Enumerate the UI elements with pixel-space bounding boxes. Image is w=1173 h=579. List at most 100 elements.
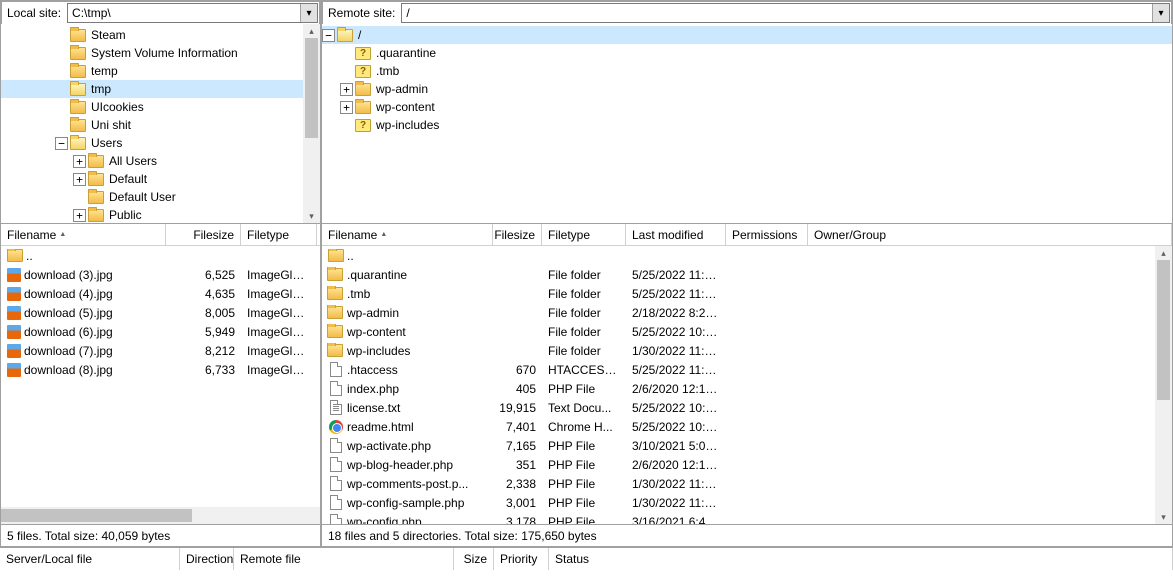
tree-item[interactable]: ?.tmb xyxy=(322,62,1172,80)
expand-icon[interactable]: + xyxy=(340,101,353,114)
scroll-down-icon[interactable]: ▾ xyxy=(303,209,320,223)
file-row[interactable]: wp-comments-post.p... 2,338 PHP File 1/3… xyxy=(322,474,1155,493)
file-row[interactable]: download (6).jpg 5,949 ImageGlass xyxy=(1,322,320,341)
parent-dir[interactable]: .. xyxy=(322,246,1155,265)
tree-item[interactable]: −/ xyxy=(322,26,1172,44)
file-row[interactable]: license.txt 19,915 Text Docu... 5/25/202… xyxy=(322,398,1155,417)
collapse-icon[interactable]: − xyxy=(322,29,335,42)
tree-item[interactable]: −Users xyxy=(1,134,320,152)
file-type: Text Docu... xyxy=(542,401,626,415)
scrollbar-thumb[interactable] xyxy=(1,509,192,522)
expand-icon[interactable]: + xyxy=(73,209,86,222)
file-row[interactable]: wp-blog-header.php 351 PHP File 2/6/2020… xyxy=(322,455,1155,474)
collapse-icon[interactable]: − xyxy=(55,137,68,150)
folder-icon xyxy=(7,249,23,262)
col-server[interactable]: Server/Local file xyxy=(0,548,180,570)
file-row[interactable]: wp-config.php 3,178 PHP File 3/16/2021 6… xyxy=(322,512,1155,524)
parent-dir[interactable]: .. xyxy=(1,246,320,265)
folder-open-icon xyxy=(337,29,353,42)
tree-item[interactable]: +wp-content xyxy=(322,98,1172,116)
col-filename[interactable]: Filename▲ xyxy=(322,224,493,245)
scroll-up-icon[interactable]: ▴ xyxy=(1155,246,1172,260)
file-row[interactable]: download (8).jpg 6,733 ImageGlass xyxy=(1,360,320,379)
remote-tree[interactable]: −/?.quarantine?.tmb+wp-admin+wp-content?… xyxy=(322,24,1172,224)
file-modified: 2/6/2020 12:18:... xyxy=(626,382,726,396)
file-row[interactable]: .htaccess 670 HTACCESS ... 5/25/2022 11:… xyxy=(322,360,1155,379)
file-row[interactable]: download (3).jpg 6,525 ImageGlass xyxy=(1,265,320,284)
folder-icon xyxy=(328,343,344,359)
local-site-input[interactable] xyxy=(68,4,300,22)
tree-item[interactable]: temp xyxy=(1,62,320,80)
remote-file-list[interactable]: .. .quarantine File folder 5/25/2022 11:… xyxy=(322,246,1172,524)
local-site-dropdown-icon[interactable]: ▾ xyxy=(300,4,317,22)
file-row[interactable]: readme.html 7,401 Chrome H... 5/25/2022 … xyxy=(322,417,1155,436)
col-modified[interactable]: Last modified xyxy=(626,224,726,245)
tree-item[interactable]: ?.quarantine xyxy=(322,44,1172,62)
tree-item[interactable]: Default User xyxy=(1,188,320,206)
tree-item[interactable]: UIcookies xyxy=(1,98,320,116)
file-row[interactable]: index.php 405 PHP File 2/6/2020 12:18:..… xyxy=(322,379,1155,398)
tree-item-label: .tmb xyxy=(374,64,401,78)
folder-icon xyxy=(70,47,86,60)
file-row[interactable]: download (5).jpg 8,005 ImageGlass xyxy=(1,303,320,322)
scrollbar-thumb[interactable] xyxy=(1157,260,1170,400)
col-filetype[interactable]: Filetype xyxy=(542,224,626,245)
file-row[interactable]: .tmb File folder 5/25/2022 11:2... xyxy=(322,284,1155,303)
col-permissions[interactable]: Permissions xyxy=(726,224,808,245)
tree-item[interactable]: tmp xyxy=(1,80,320,98)
tree-item[interactable]: Uni shit xyxy=(1,116,320,134)
file-size: 6,733 xyxy=(166,363,241,377)
remote-v-scrollbar[interactable]: ▴ ▾ xyxy=(1155,246,1172,524)
scrollbar-thumb[interactable] xyxy=(305,38,318,138)
col-filename[interactable]: Filename▲ xyxy=(1,224,166,245)
file-row[interactable]: download (7).jpg 8,212 ImageGlass xyxy=(1,341,320,360)
unknown-folder-icon: ? xyxy=(355,65,371,78)
file-size: 19,915 xyxy=(493,401,542,415)
col-filetype[interactable]: Filetype xyxy=(241,224,317,245)
remote-site-dropdown-icon[interactable]: ▾ xyxy=(1152,4,1169,22)
expand-icon[interactable]: + xyxy=(73,155,86,168)
parent-dir-label: .. xyxy=(26,249,33,263)
col-direction[interactable]: Direction xyxy=(180,548,234,570)
tree-item[interactable]: +Public xyxy=(1,206,320,224)
file-size: 8,005 xyxy=(166,306,241,320)
col-status[interactable]: Status xyxy=(549,548,1173,570)
expand-icon[interactable]: + xyxy=(340,83,353,96)
scroll-up-icon[interactable]: ▴ xyxy=(303,24,320,38)
file-row[interactable]: wp-activate.php 7,165 PHP File 3/10/2021… xyxy=(322,436,1155,455)
folder-icon xyxy=(88,191,104,204)
tree-item-label: Uni shit xyxy=(89,118,133,132)
col-remote-file[interactable]: Remote file xyxy=(234,548,454,570)
remote-site-select[interactable]: ▾ xyxy=(401,3,1170,23)
tree-item[interactable]: +Default xyxy=(1,170,320,188)
folder-icon xyxy=(328,267,344,283)
file-row[interactable]: wp-config-sample.php 3,001 PHP File 1/30… xyxy=(322,493,1155,512)
tree-item[interactable]: Steam xyxy=(1,26,320,44)
file-size: 3,178 xyxy=(493,515,542,525)
col-filesize[interactable]: Filesize xyxy=(493,224,542,245)
tree-item[interactable]: +wp-admin xyxy=(322,80,1172,98)
remote-site-input[interactable] xyxy=(402,4,1152,22)
file-modified: 5/25/2022 11:2... xyxy=(626,363,726,377)
local-file-list[interactable]: .. download (3).jpg 6,525 ImageGlass dow… xyxy=(1,246,320,524)
tree-item[interactable]: +All Users xyxy=(1,152,320,170)
file-row[interactable]: wp-includes File folder 1/30/2022 11:2..… xyxy=(322,341,1155,360)
file-type: ImageGlass xyxy=(241,306,317,320)
file-row[interactable]: wp-admin File folder 2/18/2022 8:26:... xyxy=(322,303,1155,322)
local-tree[interactable]: SteamSystem Volume InformationtemptmpUIc… xyxy=(1,24,320,224)
col-size[interactable]: Size xyxy=(454,548,494,570)
local-h-scrollbar[interactable] xyxy=(1,507,320,524)
file-row[interactable]: .quarantine File folder 5/25/2022 11:0..… xyxy=(322,265,1155,284)
col-filesize[interactable]: Filesize xyxy=(166,224,241,245)
local-site-select[interactable]: ▾ xyxy=(67,3,318,23)
tree-item[interactable]: System Volume Information xyxy=(1,44,320,62)
file-row[interactable]: download (4).jpg 4,635 ImageGlass xyxy=(1,284,320,303)
local-tree-scrollbar[interactable]: ▴ ▾ xyxy=(303,24,320,223)
expand-icon[interactable]: + xyxy=(73,173,86,186)
scroll-down-icon[interactable]: ▾ xyxy=(1155,510,1172,524)
tree-item[interactable]: ?wp-includes xyxy=(322,116,1172,134)
file-row[interactable]: wp-content File folder 5/25/2022 10:5... xyxy=(322,322,1155,341)
col-owner[interactable]: Owner/Group xyxy=(808,224,1172,245)
col-priority[interactable]: Priority xyxy=(494,548,549,570)
file-icon xyxy=(328,362,344,378)
